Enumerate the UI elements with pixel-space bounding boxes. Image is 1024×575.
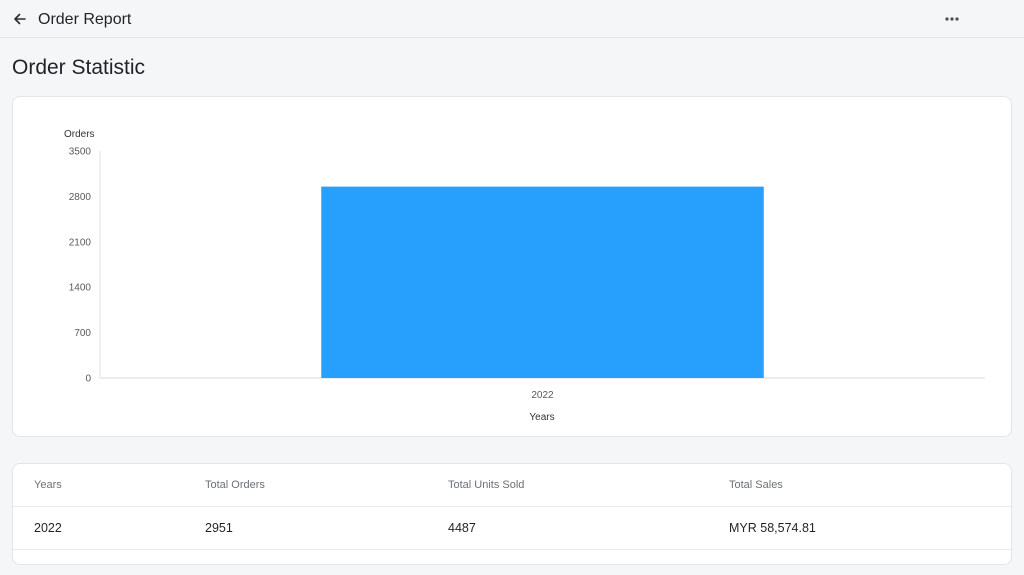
column-header-total-units-sold: Total Units Sold	[448, 479, 525, 491]
table-header-row: Years Total Orders Total Units Sold Tota…	[13, 464, 1011, 507]
y-axis-title: Orders	[64, 129, 95, 140]
app-header: Order Report	[0, 0, 1024, 38]
cell-years: 2022	[34, 521, 62, 535]
y-tick-label: 3500	[69, 147, 92, 158]
column-header-total-orders: Total Orders	[205, 479, 265, 491]
table-row: 2022 2951 4487 MYR 58,574.81	[13, 507, 1011, 550]
page-title: Order Statistic	[12, 56, 146, 79]
cell-total-orders: 2951	[205, 521, 233, 535]
column-header-years: Years	[34, 479, 62, 491]
y-tick-label: 2800	[69, 192, 92, 203]
y-tick-label: 2100	[69, 237, 92, 248]
y-tick-label: 1400	[69, 283, 92, 294]
header-title: Order Report	[38, 11, 132, 28]
y-tick-label: 0	[85, 374, 91, 385]
cell-total-units-sold: 4487	[448, 521, 476, 535]
back-button[interactable]	[10, 9, 30, 29]
more-options-button[interactable]	[942, 10, 962, 28]
x-axis-title: Years	[529, 412, 554, 423]
arrow-left-icon	[14, 13, 26, 25]
order-summary-table: Years Total Orders Total Units Sold Tota…	[12, 463, 1012, 565]
orders-bar-chart: 0 700 1400 2100 2800 3500 2022 Orders Years	[64, 129, 985, 423]
column-header-total-sales: Total Sales	[729, 479, 783, 491]
x-tick-label: 2022	[531, 390, 554, 401]
y-tick-label: 700	[74, 328, 91, 339]
order-chart-card: 0 700 1400 2100 2800 3500 2022 Orders Years	[12, 96, 1012, 437]
bar-2022[interactable]	[321, 186, 764, 378]
cell-total-sales: MYR 58,574.81	[729, 521, 816, 535]
more-horizontal-icon	[945, 17, 959, 21]
